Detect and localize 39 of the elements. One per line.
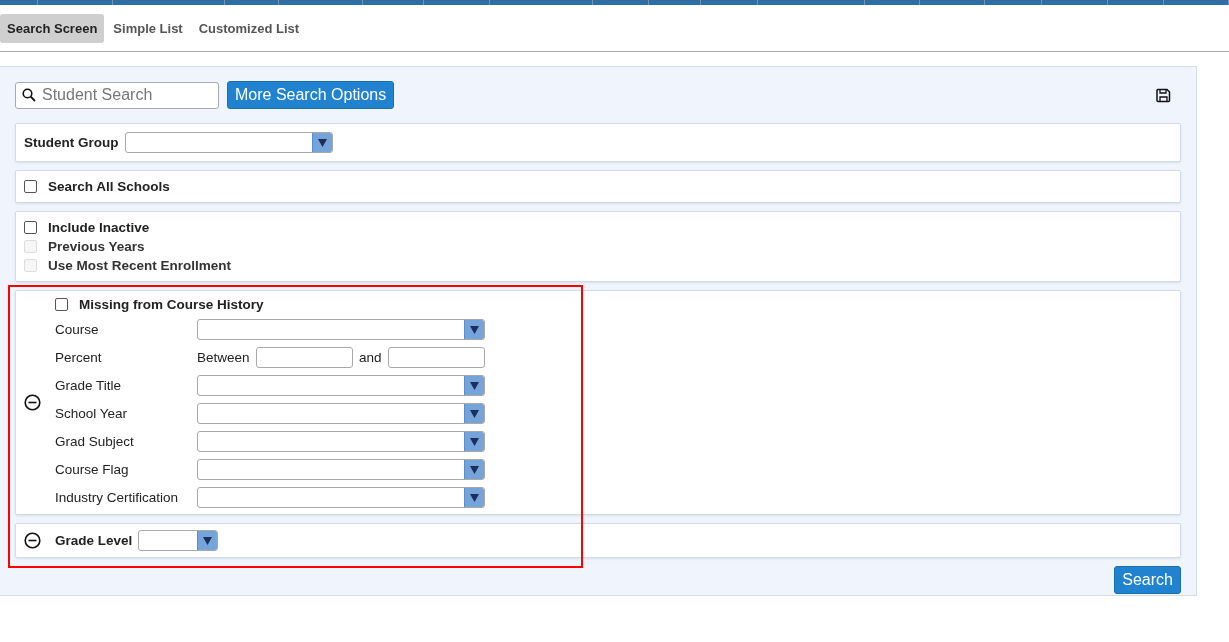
caret-icon xyxy=(470,381,479,390)
checkbox[interactable] xyxy=(55,298,68,311)
input-field[interactable] xyxy=(387,347,485,368)
field-label: Student Group xyxy=(24,135,119,150)
tab[interactable]: Search Screen xyxy=(0,13,105,43)
input-field[interactable] xyxy=(255,347,353,368)
save-icon[interactable] xyxy=(1156,87,1171,103)
collapse-icon[interactable] xyxy=(24,394,41,411)
dropdown[interactable] xyxy=(138,530,219,551)
checkbox-label: Search All Schools xyxy=(48,179,170,194)
field-label: Grade Level xyxy=(55,533,133,548)
field-label: Industry Certification xyxy=(55,490,180,505)
checkbox[interactable] xyxy=(24,221,37,234)
caret-icon xyxy=(470,465,479,474)
search-field[interactable]: Student Search xyxy=(15,81,219,109)
field-label: School Year xyxy=(55,406,129,421)
tab[interactable]: Customized List xyxy=(191,13,307,43)
caret-icon xyxy=(470,325,479,334)
more-search-options-button[interactable]: More Search Options xyxy=(227,81,395,109)
field-label: and xyxy=(359,350,382,365)
field-label: Percent xyxy=(55,350,103,365)
field-label: Between xyxy=(197,350,250,365)
field-label: Course xyxy=(55,322,100,337)
caret-icon xyxy=(470,437,479,446)
caret-icon xyxy=(203,536,213,545)
caret-icon xyxy=(470,409,479,418)
checkbox-label: Include Inactive xyxy=(48,220,150,235)
tab[interactable]: Simple List xyxy=(106,13,190,43)
checkbox-label: Use Most Recent Enrollment xyxy=(48,258,232,273)
field-label: Grade Title xyxy=(55,378,123,393)
collapse-icon[interactable] xyxy=(24,532,41,549)
checkbox[interactable] xyxy=(24,180,37,193)
field-label: Course Flag xyxy=(55,462,130,477)
field-label: Grad Subject xyxy=(55,434,135,449)
checkbox-label: Previous Years xyxy=(48,239,145,254)
caret-icon xyxy=(317,138,327,147)
checkbox-label: Missing from Course History xyxy=(79,297,264,312)
search-button[interactable]: Search xyxy=(1114,566,1181,594)
caret-icon xyxy=(470,493,479,502)
